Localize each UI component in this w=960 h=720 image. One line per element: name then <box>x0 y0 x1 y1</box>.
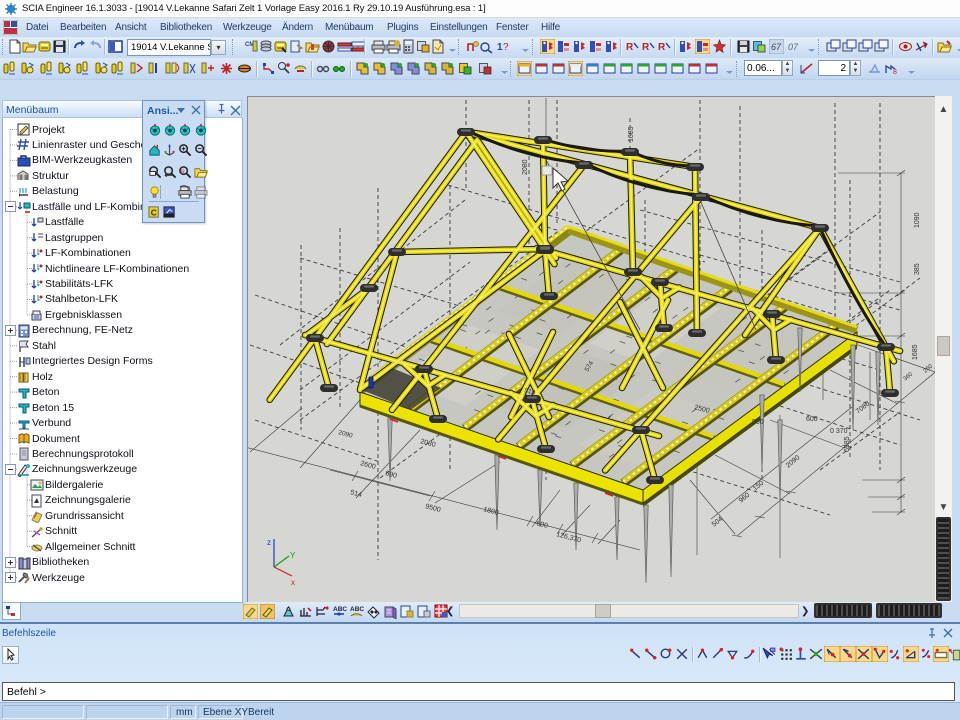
svg-text:?: ? <box>503 42 509 53</box>
svg-text:07: 07 <box>788 42 799 52</box>
svg-text:R: R <box>642 42 650 53</box>
svg-text:x: x <box>291 578 295 587</box>
svg-text:C: C <box>151 207 157 217</box>
svg-text:67: 67 <box>771 42 782 52</box>
svg-text:R: R <box>626 42 634 53</box>
svg-text:8: 8 <box>893 69 897 76</box>
svg-text:R: R <box>658 42 666 53</box>
svg-text:600: 600 <box>806 416 818 423</box>
svg-text:2080: 2080 <box>522 159 529 175</box>
svg-text:1090: 1090 <box>914 212 921 228</box>
svg-text:ABC: ABC <box>350 606 364 613</box>
svg-text:ABC: ABC <box>333 606 347 613</box>
svg-text:1685: 1685 <box>628 126 635 142</box>
svg-text:1685: 1685 <box>912 344 919 360</box>
svg-text:385: 385 <box>914 263 921 275</box>
svg-text:R: R <box>181 169 185 175</box>
svg-text:800: 800 <box>752 419 764 426</box>
svg-text:0 370: 0 370 <box>830 428 848 435</box>
svg-text:,: , <box>488 40 490 49</box>
svg-text:z: z <box>267 538 271 547</box>
svg-text:6985: 6985 <box>844 436 851 452</box>
svg-text:Y: Y <box>290 551 296 560</box>
